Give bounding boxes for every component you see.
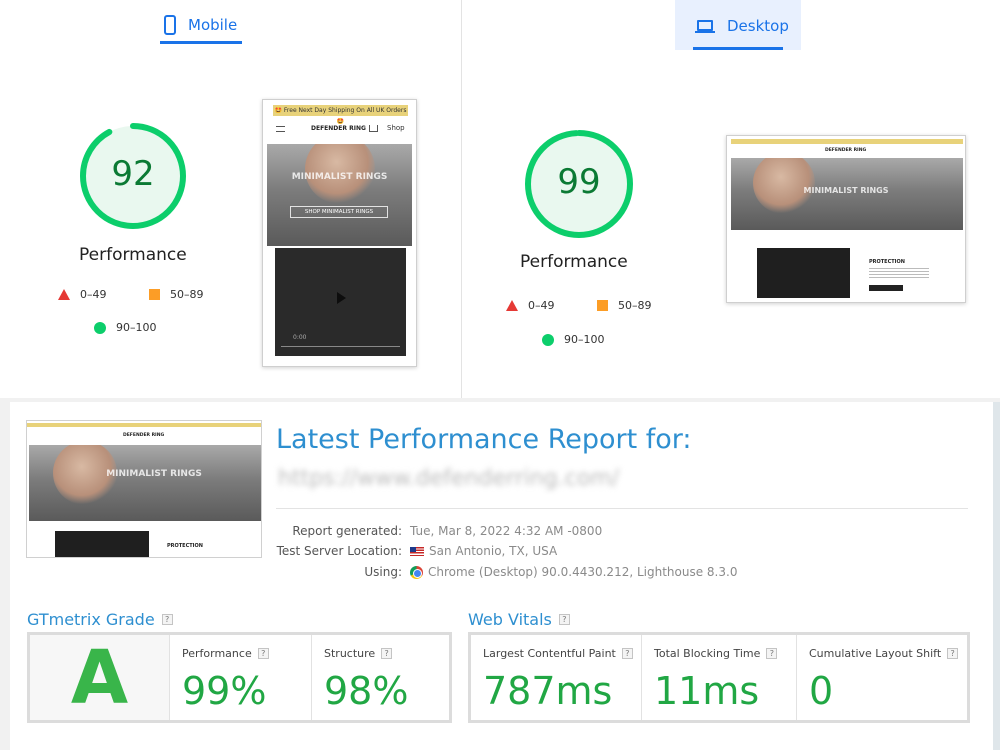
gtmetrix-grade-title: GTmetrix Grade ? [27,610,173,629]
mobile-shot-video-time: 0:00 [293,334,307,341]
desktop-screenshot: DEFENDER RING MINIMALIST RINGS PROTECTIO… [726,135,966,303]
gtmetrix-thumb-hero: MINIMALIST RINGS [29,445,261,521]
help-icon[interactable]: ? [381,648,393,659]
desktop-performance-label: Performance [520,252,628,272]
mobile-shot-menu-icon [276,126,285,132]
gtmetrix-right-strip [993,402,1000,750]
report-divider [276,508,968,509]
mobile-shot-banner: 🤩 Free Next Day Shipping On All UK Order… [273,105,408,125]
desktop-shot-banner [731,139,963,144]
us-flag-icon [410,546,424,556]
mobile-shot-cart-icon [369,125,378,132]
structure-label: Structure [324,647,376,660]
mobile-legend-fail: 0–49 [58,288,107,301]
lcp-value: 787ms [483,669,613,713]
help-icon[interactable]: ? [257,648,269,659]
gtmetrix-thumb-hero-title: MINIMALIST RINGS [106,469,202,479]
help-icon[interactable]: ? [766,648,778,659]
desktop-legend-average: 50–89 [597,299,652,312]
mobile-shot-hero-title: MINIMALIST RINGS [291,172,388,182]
web-vitals-box: Largest Contentful Paint? 787ms Total Bl… [468,632,970,723]
help-icon[interactable]: ? [161,614,173,625]
report-generated-value: Tue, Mar 8, 2022 4:32 AM -0800 [410,524,603,538]
tab-mobile-underline [160,41,242,44]
mobile-performance-label: Performance [79,245,187,265]
phone-icon [164,15,176,35]
square-icon [149,289,160,300]
help-icon[interactable]: ? [558,614,570,625]
panel-divider [461,0,462,398]
gtmetrix-thumbnail[interactable]: DEFENDER RING MINIMALIST RINGS PROTECTIO… [26,420,262,558]
grade-cell: A [30,634,169,721]
desktop-legend-pass: 90–100 [542,333,605,346]
report-url[interactable]: https://www.defenderring.com/ [278,466,619,491]
structure-value: 98% [324,669,409,713]
server-location-label: Test Server Location: [276,544,402,558]
cls-label: Cumulative Layout Shift [809,647,942,660]
square-icon [597,300,608,311]
lcp-cell: Largest Contentful Paint? 787ms [471,635,641,720]
desktop-shot-hero-title: MINIMALIST RINGS [803,186,889,195]
report-title: Latest Performance Report for: [276,424,692,455]
using-label: Using: [364,565,402,579]
mobile-shot-shop: Shop [387,124,405,132]
desktop-shot-brand: DEFENDER RING [825,148,867,153]
server-location-value: San Antonio, TX, USA [410,544,557,558]
tab-mobile-label: Mobile [188,16,238,34]
mobile-shot-hero: MINIMALIST RINGS SHOP MINIMALIST RINGS [267,144,412,246]
tab-desktop-underline [693,47,783,50]
desktop-shot-hero: MINIMALIST RINGS [731,158,963,230]
mobile-screenshot: 🤩 Free Next Day Shipping On All UK Order… [262,99,417,367]
mobile-shot-video-progress [281,346,400,347]
page: Mobile Desktop 92 Performance 0–49 50–89… [0,0,1000,750]
desktop-shot-text [869,268,929,278]
desktop-shot-button [869,285,903,291]
report-generated-label: Report generated: [292,524,402,538]
desktop-shot-protection: PROTECTION [869,259,905,265]
tbt-value: 11ms [654,669,760,713]
mobile-shot-video: 0:00 [275,248,406,356]
help-icon[interactable]: ? [947,648,959,659]
circle-icon [94,321,106,334]
tab-mobile[interactable]: Mobile [160,0,242,44]
desktop-score: 99 [557,162,601,202]
structure-cell: Structure? 98% [312,635,449,720]
performance-cell: Performance? 99% [170,635,311,720]
desktop-shot-video [757,248,850,298]
cls-value: 0 [809,669,834,713]
performance-value: 99% [182,669,267,713]
performance-label: Performance [182,647,252,660]
triangle-icon [506,300,518,311]
mobile-shot-hero-button: SHOP MINIMALIST RINGS [290,206,388,218]
chrome-icon [410,565,423,579]
cls-cell: Cumulative Layout Shift? 0 [797,635,967,720]
gtmetrix-thumb-brand: DEFENDER RING [123,433,165,438]
tbt-cell: Total Blocking Time? 11ms [642,635,796,720]
grade-letter: A [70,634,129,721]
gtmetrix-thumb-protection: PROTECTION [167,543,203,549]
gtmetrix-grade-box: A Performance? 99% Structure? 98% [27,632,452,723]
laptop-icon [695,19,715,33]
web-vitals-title: Web Vitals ? [468,610,570,629]
mobile-score: 92 [111,154,155,194]
mobile-legend-average: 50–89 [149,288,204,301]
tab-desktop[interactable]: Desktop [675,0,801,50]
using-value: Chrome (Desktop) 90.0.4430.212, Lighthou… [410,565,737,579]
desktop-legend-fail: 0–49 [506,299,555,312]
mobile-shot-brand: DEFENDER RING [311,125,366,132]
triangle-icon [58,289,70,300]
help-icon[interactable]: ? [621,648,633,659]
tab-desktop-label: Desktop [727,17,789,35]
mobile-legend-pass: 90–100 [94,321,157,334]
tbt-label: Total Blocking Time [654,647,761,660]
play-icon [337,292,346,304]
circle-icon [542,333,554,346]
lcp-label: Largest Contentful Paint [483,647,616,660]
